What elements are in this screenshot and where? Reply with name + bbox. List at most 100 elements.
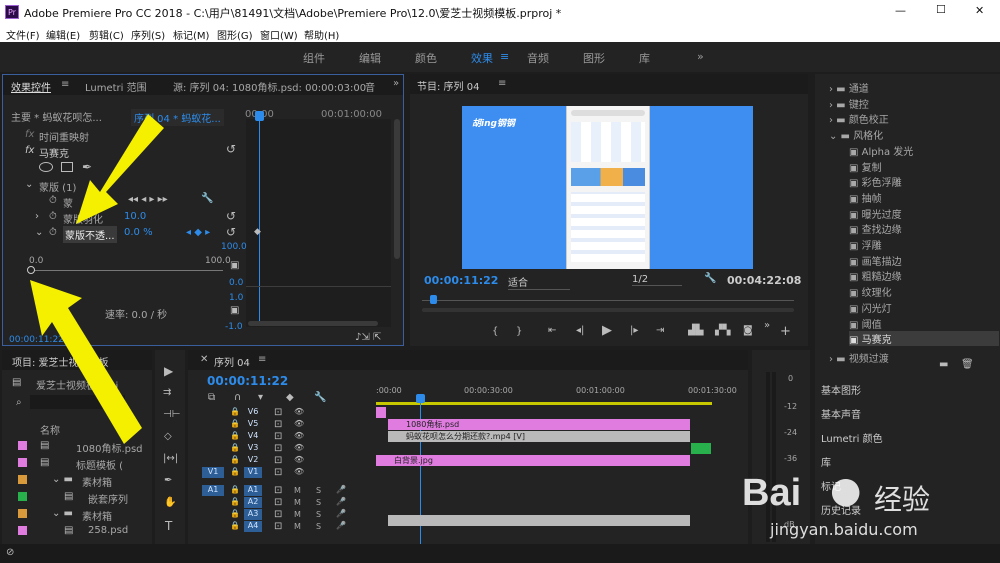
razor-tool-icon[interactable]: ◇: [164, 431, 172, 442]
timeline-tab[interactable]: 序列 04: [214, 354, 250, 369]
reset-icon[interactable]: ↺: [226, 225, 236, 239]
tab-menu-icon[interactable]: ≡: [61, 79, 69, 90]
fx-effect-item[interactable]: ▣ 马赛克: [849, 331, 999, 347]
label-color-swatch[interactable]: [18, 458, 27, 467]
clip-white-bg[interactable]: 白背景.jpg: [376, 455, 690, 466]
fx-effect-item[interactable]: ▣ 粗糙边缘: [849, 268, 902, 283]
menu-clip[interactable]: 剪辑(C): [89, 27, 124, 42]
extract-icon[interactable]: ▞▚: [715, 325, 730, 336]
lock-icon[interactable]: 🔒: [230, 467, 240, 476]
stacked-panel-item[interactable]: 基本声音: [821, 406, 861, 421]
keyframe-nav-icon[interactable]: ◂ ◆ ▸: [186, 227, 210, 238]
track-label[interactable]: V6: [244, 407, 262, 418]
solo-button[interactable]: S: [316, 486, 321, 495]
add-marker-icon[interactable]: ◆: [286, 392, 294, 403]
lock-icon[interactable]: 🔒: [230, 485, 240, 494]
ws-libraries[interactable]: 库: [639, 50, 650, 66]
type-tool-icon[interactable]: T: [165, 519, 172, 533]
opacity-slider-track[interactable]: [31, 270, 223, 271]
solo-button[interactable]: S: [316, 498, 321, 507]
fx-effect-item[interactable]: ▣ 画笔描边: [849, 253, 902, 268]
stacked-panel-item[interactable]: 库: [821, 454, 831, 469]
go-to-in-icon[interactable]: ⇤: [548, 325, 556, 336]
project-list-item[interactable]: ▤ 258.psd: [2, 523, 152, 539]
label-color-swatch[interactable]: [18, 509, 27, 518]
mic-icon[interactable]: 🎤: [336, 485, 346, 494]
fx-folder-item[interactable]: › ▬ 通道: [829, 80, 869, 95]
project-list-item[interactable]: ▤ 嵌套序列: [2, 489, 152, 506]
stopwatch-icon[interactable]: ⏱: [49, 195, 57, 206]
lock-icon[interactable]: 🔒: [230, 431, 240, 440]
clip-v3-small[interactable]: [691, 443, 711, 454]
tab-menu-icon[interactable]: ≡: [258, 354, 266, 365]
lock-icon[interactable]: 🔒: [230, 497, 240, 506]
sync-lock-icon[interactable]: ⊡: [274, 443, 282, 454]
eye-icon[interactable]: 👁: [294, 407, 304, 416]
program-scrubber[interactable]: [422, 300, 794, 301]
fx-effect-item[interactable]: ▣ 纹理化: [849, 284, 892, 299]
lock-icon[interactable]: 🔒: [230, 443, 240, 452]
reset-icon[interactable]: ↺: [226, 142, 236, 156]
source-patch[interactable]: V1: [202, 467, 224, 478]
eye-icon[interactable]: 👁: [294, 419, 304, 428]
ripple-edit-tool-icon[interactable]: ⊣⊢: [163, 409, 180, 420]
track-label[interactable]: V3: [244, 443, 262, 454]
video-frame[interactable]: 胡ing钢钢: [462, 106, 753, 269]
menu-window[interactable]: 窗口(W): [260, 27, 298, 42]
selection-tool-icon[interactable]: ▶: [164, 364, 173, 378]
fx-folder-item[interactable]: ⌄ ▬ 风格化: [829, 127, 883, 142]
project-list-item[interactable]: ⌄ ▬ 素材箱: [2, 472, 152, 489]
wrench-icon[interactable]: 🔧: [704, 273, 716, 284]
label-color-swatch[interactable]: [18, 526, 27, 535]
sync-lock-icon[interactable]: ⊡: [274, 497, 282, 508]
graph-icon[interactable]: ▣: [230, 305, 239, 316]
fx-folder-item[interactable]: › ▬ 颜色校正: [829, 111, 889, 126]
menu-help[interactable]: 帮助(H): [304, 27, 339, 42]
delete-icon[interactable]: 🗑: [961, 359, 974, 370]
sync-lock-icon[interactable]: ⊡: [274, 431, 282, 442]
lock-icon[interactable]: 🔒: [230, 407, 240, 416]
tab-effect-controls[interactable]: 效果控件: [11, 79, 51, 94]
add-button-icon[interactable]: +: [780, 324, 791, 339]
keyframe-diamond-icon[interactable]: ◆: [254, 227, 261, 237]
track-label[interactable]: A3: [244, 509, 262, 520]
settings-wrench-icon[interactable]: 🔧: [314, 392, 326, 403]
more-controls-icon[interactable]: »: [764, 320, 770, 331]
fx-effect-item[interactable]: ▣ 复制: [849, 159, 882, 174]
close-button[interactable]: ✕: [975, 4, 984, 17]
ws-effects[interactable]: 效果: [471, 50, 493, 66]
project-list-item[interactable]: ▤ 标题模板 (: [2, 455, 152, 472]
fit-dropdown[interactable]: 适合: [508, 274, 570, 290]
graph-icon[interactable]: ▣: [230, 260, 239, 271]
snap-icon[interactable]: ⧉: [208, 392, 215, 403]
fx-effect-item[interactable]: ▣ 闪光灯: [849, 300, 892, 315]
ws-menu-icon[interactable]: ≡: [500, 50, 509, 63]
opacity-slider-handle[interactable]: [27, 266, 35, 274]
source-patch[interactable]: A1: [202, 485, 224, 496]
clip-1080-corner[interactable]: 1080角标.psd: [388, 419, 690, 430]
fx-effect-item[interactable]: ▣ 浮雕: [849, 237, 882, 252]
track-label[interactable]: V5: [244, 419, 262, 430]
search-icon[interactable]: ⌕: [16, 397, 22, 408]
ws-color[interactable]: 颜色: [415, 50, 437, 66]
hand-tool-icon[interactable]: ✋: [164, 497, 176, 508]
lock-icon[interactable]: 🔒: [230, 521, 240, 530]
menu-edit[interactable]: 编辑(E): [46, 27, 80, 42]
stopwatch-active-icon[interactable]: ⏱: [49, 227, 57, 238]
fx-effect-item[interactable]: ▣ 阈值: [849, 316, 882, 331]
ws-more-icon[interactable]: »: [697, 50, 704, 63]
menu-marker[interactable]: 标记(M): [173, 27, 209, 42]
program-playhead[interactable]: [430, 295, 437, 304]
eye-icon[interactable]: 👁: [294, 455, 304, 464]
pen-tool-icon[interactable]: ✒: [164, 475, 172, 486]
work-area-bar[interactable]: [376, 402, 712, 405]
program-title[interactable]: 节目: 序列 04: [417, 78, 479, 93]
mute-button[interactable]: M: [294, 498, 301, 507]
lock-icon[interactable]: 🔒: [230, 455, 240, 464]
panel-more-icon[interactable]: »: [393, 78, 399, 89]
timeline-timecode[interactable]: 00:00:11:22: [207, 374, 288, 388]
linked-icon[interactable]: ∩: [234, 392, 241, 403]
stacked-panel-item[interactable]: Lumetri 颜色: [821, 430, 883, 445]
expand-arrow-icon[interactable]: ⌄: [35, 227, 43, 238]
label-color-swatch[interactable]: [18, 492, 27, 501]
